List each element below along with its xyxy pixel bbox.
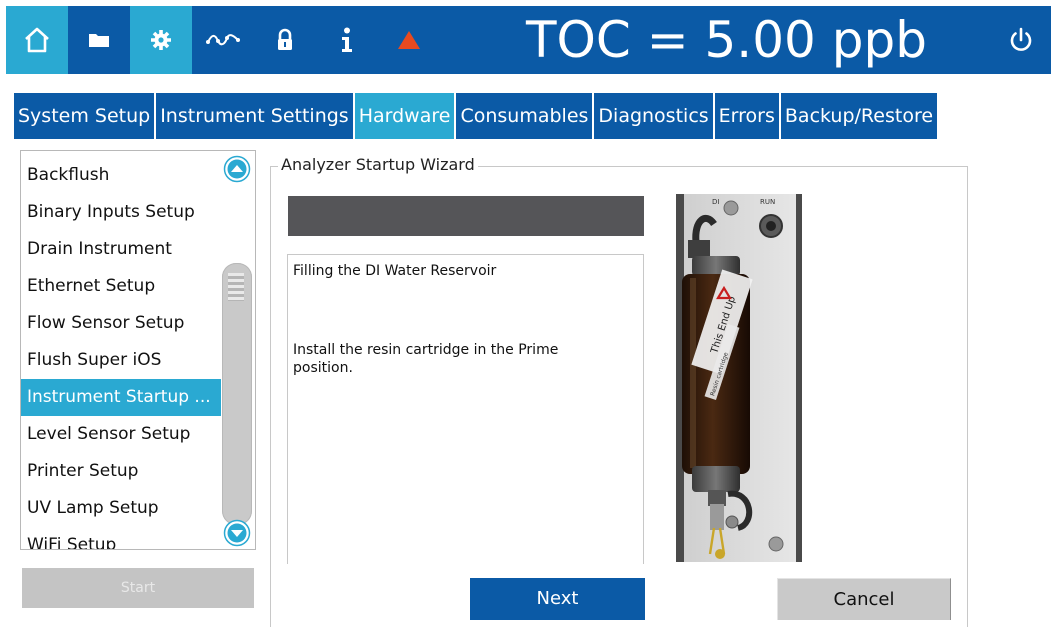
list-item[interactable]: Printer Setup	[21, 453, 221, 490]
power-button[interactable]	[1001, 20, 1041, 60]
tab-backup-restore[interactable]: Backup/Restore	[780, 93, 938, 139]
tab-errors[interactable]: Errors	[714, 93, 779, 139]
list-item-selected[interactable]: Instrument Startup ...	[21, 379, 221, 416]
tab-consumables[interactable]: Consumables	[456, 93, 593, 139]
list-item[interactable]: Drain Instrument	[21, 231, 221, 268]
wizard-title: Analyzer Startup Wizard	[278, 155, 478, 174]
cartridge-illustration: DI RUN This End Up Resin cartridge	[676, 194, 802, 562]
toc-readout: TOC = 5.00 ppb	[526, 11, 927, 69]
scroll-grip	[228, 273, 244, 301]
tab-hardware[interactable]: Hardware	[354, 93, 455, 139]
home-button[interactable]	[6, 6, 68, 74]
tab-system-setup[interactable]: System Setup	[14, 93, 155, 139]
port-label-run: RUN	[760, 198, 775, 206]
alarm-button[interactable]	[378, 6, 440, 74]
cancel-button[interactable]: Cancel	[777, 578, 951, 620]
wizard-info-box: Filling the DI Water Reservoir Install t…	[287, 254, 644, 564]
home-icon	[25, 27, 49, 53]
files-button[interactable]	[68, 6, 130, 74]
wizard-progress-bar	[288, 196, 644, 236]
step-instruction: Install the resin cartridge in the Prime…	[293, 342, 559, 376]
info-button[interactable]	[316, 6, 378, 74]
trend-button[interactable]	[192, 6, 254, 74]
resin-cartridge-photo: DI RUN This End Up Resin cartridge	[676, 194, 802, 562]
list-items: Backflush Binary Inputs Setup Drain Inst…	[21, 157, 221, 549]
lock-button[interactable]	[254, 6, 316, 74]
list-item[interactable]: UV Lamp Setup	[21, 490, 221, 527]
warning-icon	[398, 31, 420, 49]
list-item[interactable]: Ethernet Setup	[21, 268, 221, 305]
list-item[interactable]: WiFi Setup	[21, 527, 221, 549]
chevron-down-icon	[223, 519, 251, 547]
tab-instrument-settings[interactable]: Instrument Settings	[156, 93, 353, 139]
chevron-up-icon	[223, 155, 251, 183]
step-heading: Filling the DI Water Reservoir	[293, 263, 497, 279]
lock-icon	[278, 28, 292, 50]
list-item[interactable]: Flow Sensor Setup	[21, 305, 221, 342]
top-bar: TOC = 5.00 ppb	[6, 6, 1051, 74]
scroll-thumb[interactable]	[222, 263, 252, 525]
trend-icon	[206, 34, 240, 46]
list-item[interactable]: Binary Inputs Setup	[21, 194, 221, 231]
list-scrollbar[interactable]	[221, 155, 253, 547]
hardware-item-list: Backflush Binary Inputs Setup Drain Inst…	[20, 150, 256, 550]
list-item[interactable]: Level Sensor Setup	[21, 416, 221, 453]
scroll-up-button[interactable]	[221, 155, 253, 183]
tab-diagnostics[interactable]: Diagnostics	[594, 93, 713, 139]
settings-button[interactable]	[130, 6, 192, 74]
port-label-di: DI	[712, 198, 719, 206]
list-item[interactable]: Flush Super iOS	[21, 342, 221, 379]
info-icon	[342, 27, 352, 52]
tab-bar: System Setup Instrument Settings Hardwar…	[14, 93, 938, 139]
list-item[interactable]: Backflush	[21, 157, 221, 194]
start-button[interactable]: Start	[22, 568, 254, 608]
folder-icon	[89, 34, 109, 47]
power-icon	[1010, 27, 1032, 51]
gear-icon	[151, 30, 171, 50]
scroll-down-button[interactable]	[221, 519, 253, 547]
next-button[interactable]: Next	[470, 578, 645, 620]
